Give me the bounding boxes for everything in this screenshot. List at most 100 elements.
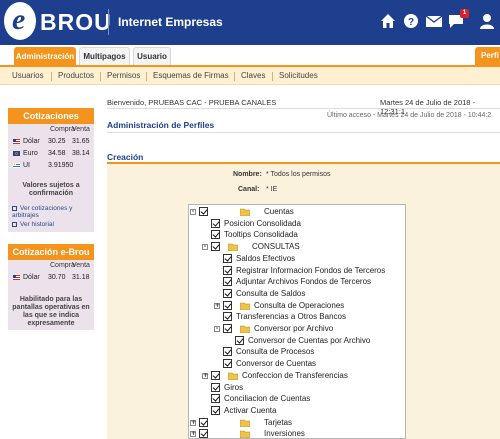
permission-checkbox[interactable] [223, 277, 232, 287]
divider [107, 108, 500, 109]
tree-node-label[interactable]: CONSULTAS [252, 242, 300, 251]
permission-checkbox[interactable] [211, 382, 220, 392]
page-title: Administración de Perfiles [107, 120, 215, 130]
tree-node-label[interactable]: Conversor por Archivo [254, 324, 333, 333]
tab-perfil[interactable]: Perfi [475, 47, 500, 65]
permission-checkbox[interactable] [223, 265, 232, 275]
permission-checkbox[interactable] [223, 312, 232, 322]
tree-node-label[interactable]: Adjuntar Archivos Fondos de Terceros [236, 277, 371, 286]
usa-flag-icon [13, 139, 20, 144]
expand-toggle-icon[interactable]: + [214, 302, 220, 309]
notification-badge: 1 [460, 9, 469, 18]
collapse-toggle-icon[interactable]: - [214, 326, 220, 332]
svg-text:?: ? [408, 17, 414, 28]
buy-value: 30.70 [48, 274, 66, 281]
home-icon[interactable] [379, 12, 397, 30]
collapse-toggle-icon[interactable]: - [202, 244, 208, 251]
sell-value: 38.14 [72, 150, 90, 157]
sub-navigation: Usuarios Productos Permisos Esquemas de … [0, 65, 500, 85]
permission-checkbox[interactable] [223, 347, 232, 357]
subnav-claves[interactable]: Claves [241, 71, 265, 80]
tree-node-label[interactable]: Posicion Consolidada [224, 219, 301, 228]
permission-checkbox[interactable] [211, 242, 220, 252]
subnav-permisos[interactable]: Permisos [107, 71, 140, 80]
tree-node-label[interactable]: Conversor de Cuentas por Archivo [248, 336, 370, 345]
tree-node: Registrar Informacion Fondos de Terceros [189, 265, 405, 277]
tree-node-label[interactable]: Giros [224, 383, 243, 392]
tree-node-label[interactable]: Registrar Informacion Fondos de Terceros [236, 266, 385, 275]
expand-toggle-icon[interactable]: + [202, 372, 208, 379]
tree-node-label[interactable]: Conciliacion de Cuentas [224, 394, 310, 403]
permission-checkbox[interactable] [211, 230, 220, 240]
permission-checkbox[interactable] [199, 429, 208, 438]
subnav-productos[interactable]: Productos [58, 71, 94, 80]
tree-node-label[interactable]: Tooltips Consolidada [224, 230, 298, 239]
tree-node: + Confeccion de Transferencias [189, 370, 405, 382]
tree-node-label[interactable]: Tarjetas [264, 418, 292, 427]
collapse-toggle-icon[interactable]: - [190, 209, 196, 215]
tree-node-label[interactable]: Transferencias a Otros Bancos [236, 312, 346, 321]
permission-checkbox[interactable] [211, 218, 220, 228]
permission-checkbox[interactable] [223, 288, 232, 298]
permission-checkbox[interactable] [223, 324, 232, 333]
permission-checkbox[interactable] [235, 335, 244, 345]
permission-checkbox[interactable] [223, 359, 232, 369]
permission-checkbox[interactable] [199, 207, 208, 216]
col-venta: Venta [72, 126, 90, 133]
user-icon[interactable] [478, 12, 496, 30]
folder-icon [240, 325, 250, 333]
expand-toggle-icon[interactable]: + [190, 431, 196, 438]
main-tabs: Administración Multipagos Usuario Perfi [0, 45, 500, 65]
permission-checkbox[interactable] [199, 417, 208, 427]
permission-checkbox[interactable] [211, 405, 220, 415]
tree-node-label[interactable]: Consulta de Procesos [236, 347, 314, 356]
link-historial[interactable]: Ver historial [12, 221, 54, 228]
permission-checkbox[interactable] [223, 300, 232, 310]
euro-flag-icon [13, 151, 20, 156]
tree-node-label[interactable]: Inversiones [264, 429, 305, 438]
tree-node-label[interactable]: Confeccion de Transferencias [242, 371, 348, 380]
tree-node-label[interactable]: Cuentas [264, 207, 294, 216]
tree-node-label[interactable]: Consulta de Operaciones [254, 301, 344, 310]
usa-flag-icon [13, 275, 20, 280]
app-window: e BROU Internet Empresas ? 1 Administrac… [0, 0, 500, 439]
tree-node: Giros [189, 382, 405, 394]
tab-multipagos[interactable]: Multipagos [79, 47, 130, 65]
buy-value: 34.58 [48, 150, 66, 157]
permission-checkbox[interactable] [211, 370, 220, 380]
cotizaciones-title: Cotizaciones [8, 108, 94, 124]
tree-node: Conversor de Cuentas por Archivo [189, 335, 405, 347]
tree-node: Posicion Consolidada [189, 218, 405, 230]
permissions-tree: - Cuentas Posicion Consolidada Tooltips Con… [188, 204, 406, 439]
rate-row: Euro 34.58 38.14 [8, 148, 94, 160]
permission-checkbox[interactable] [223, 253, 232, 263]
rate-row: Dólar 30.25 31.65 [8, 136, 94, 148]
subnav-separator [146, 72, 147, 81]
tree-node-label[interactable]: Conversor de Cuentas [236, 359, 316, 368]
tree-node-label[interactable]: Consulta de Saldos [236, 289, 305, 298]
permission-checkbox[interactable] [211, 394, 220, 404]
cotizaciones-note: Valores sujetos a confirmación [22, 182, 80, 197]
mail-icon[interactable] [425, 12, 443, 30]
tree-node-label[interactable]: Saldos Efectivos [236, 254, 295, 263]
folder-icon [228, 243, 238, 252]
subnav-solicitudes[interactable]: Solicitudes [279, 71, 318, 80]
welcome-text: Bienvenido, PRUEBAS CAC - PRUEBA CANALES [107, 98, 277, 107]
tab-administracion[interactable]: Administración [14, 47, 76, 65]
link-bullet-icon [12, 221, 17, 227]
rate-row: Dólar 30.70 31.18 [8, 272, 94, 284]
subnav-usuarios[interactable]: Usuarios [12, 71, 44, 80]
expand-toggle-icon[interactable]: + [190, 419, 196, 426]
help-icon[interactable]: ? [402, 12, 420, 30]
tab-usuario[interactable]: Usuario [133, 47, 171, 65]
tree-node: Conversor de Cuentas [189, 359, 405, 370]
app-title: Internet Empresas [118, 15, 223, 29]
tree-node: - Conversor por Archivo [189, 324, 405, 335]
link-cotizaciones-arbitrajes[interactable]: Ver cotizaciones y arbitrajes [12, 205, 94, 219]
folder-icon [240, 302, 250, 310]
top-bar: e BROU Internet Empresas ? 1 [0, 0, 500, 45]
tree-node-label[interactable]: Activar Cuenta [224, 406, 276, 415]
link-label: Ver cotizaciones y arbitrajes [12, 205, 73, 219]
tree-node: - CONSULTAS [189, 242, 405, 253]
subnav-esquemas-de-firmas[interactable]: Esquemas de Firmas [153, 71, 229, 80]
